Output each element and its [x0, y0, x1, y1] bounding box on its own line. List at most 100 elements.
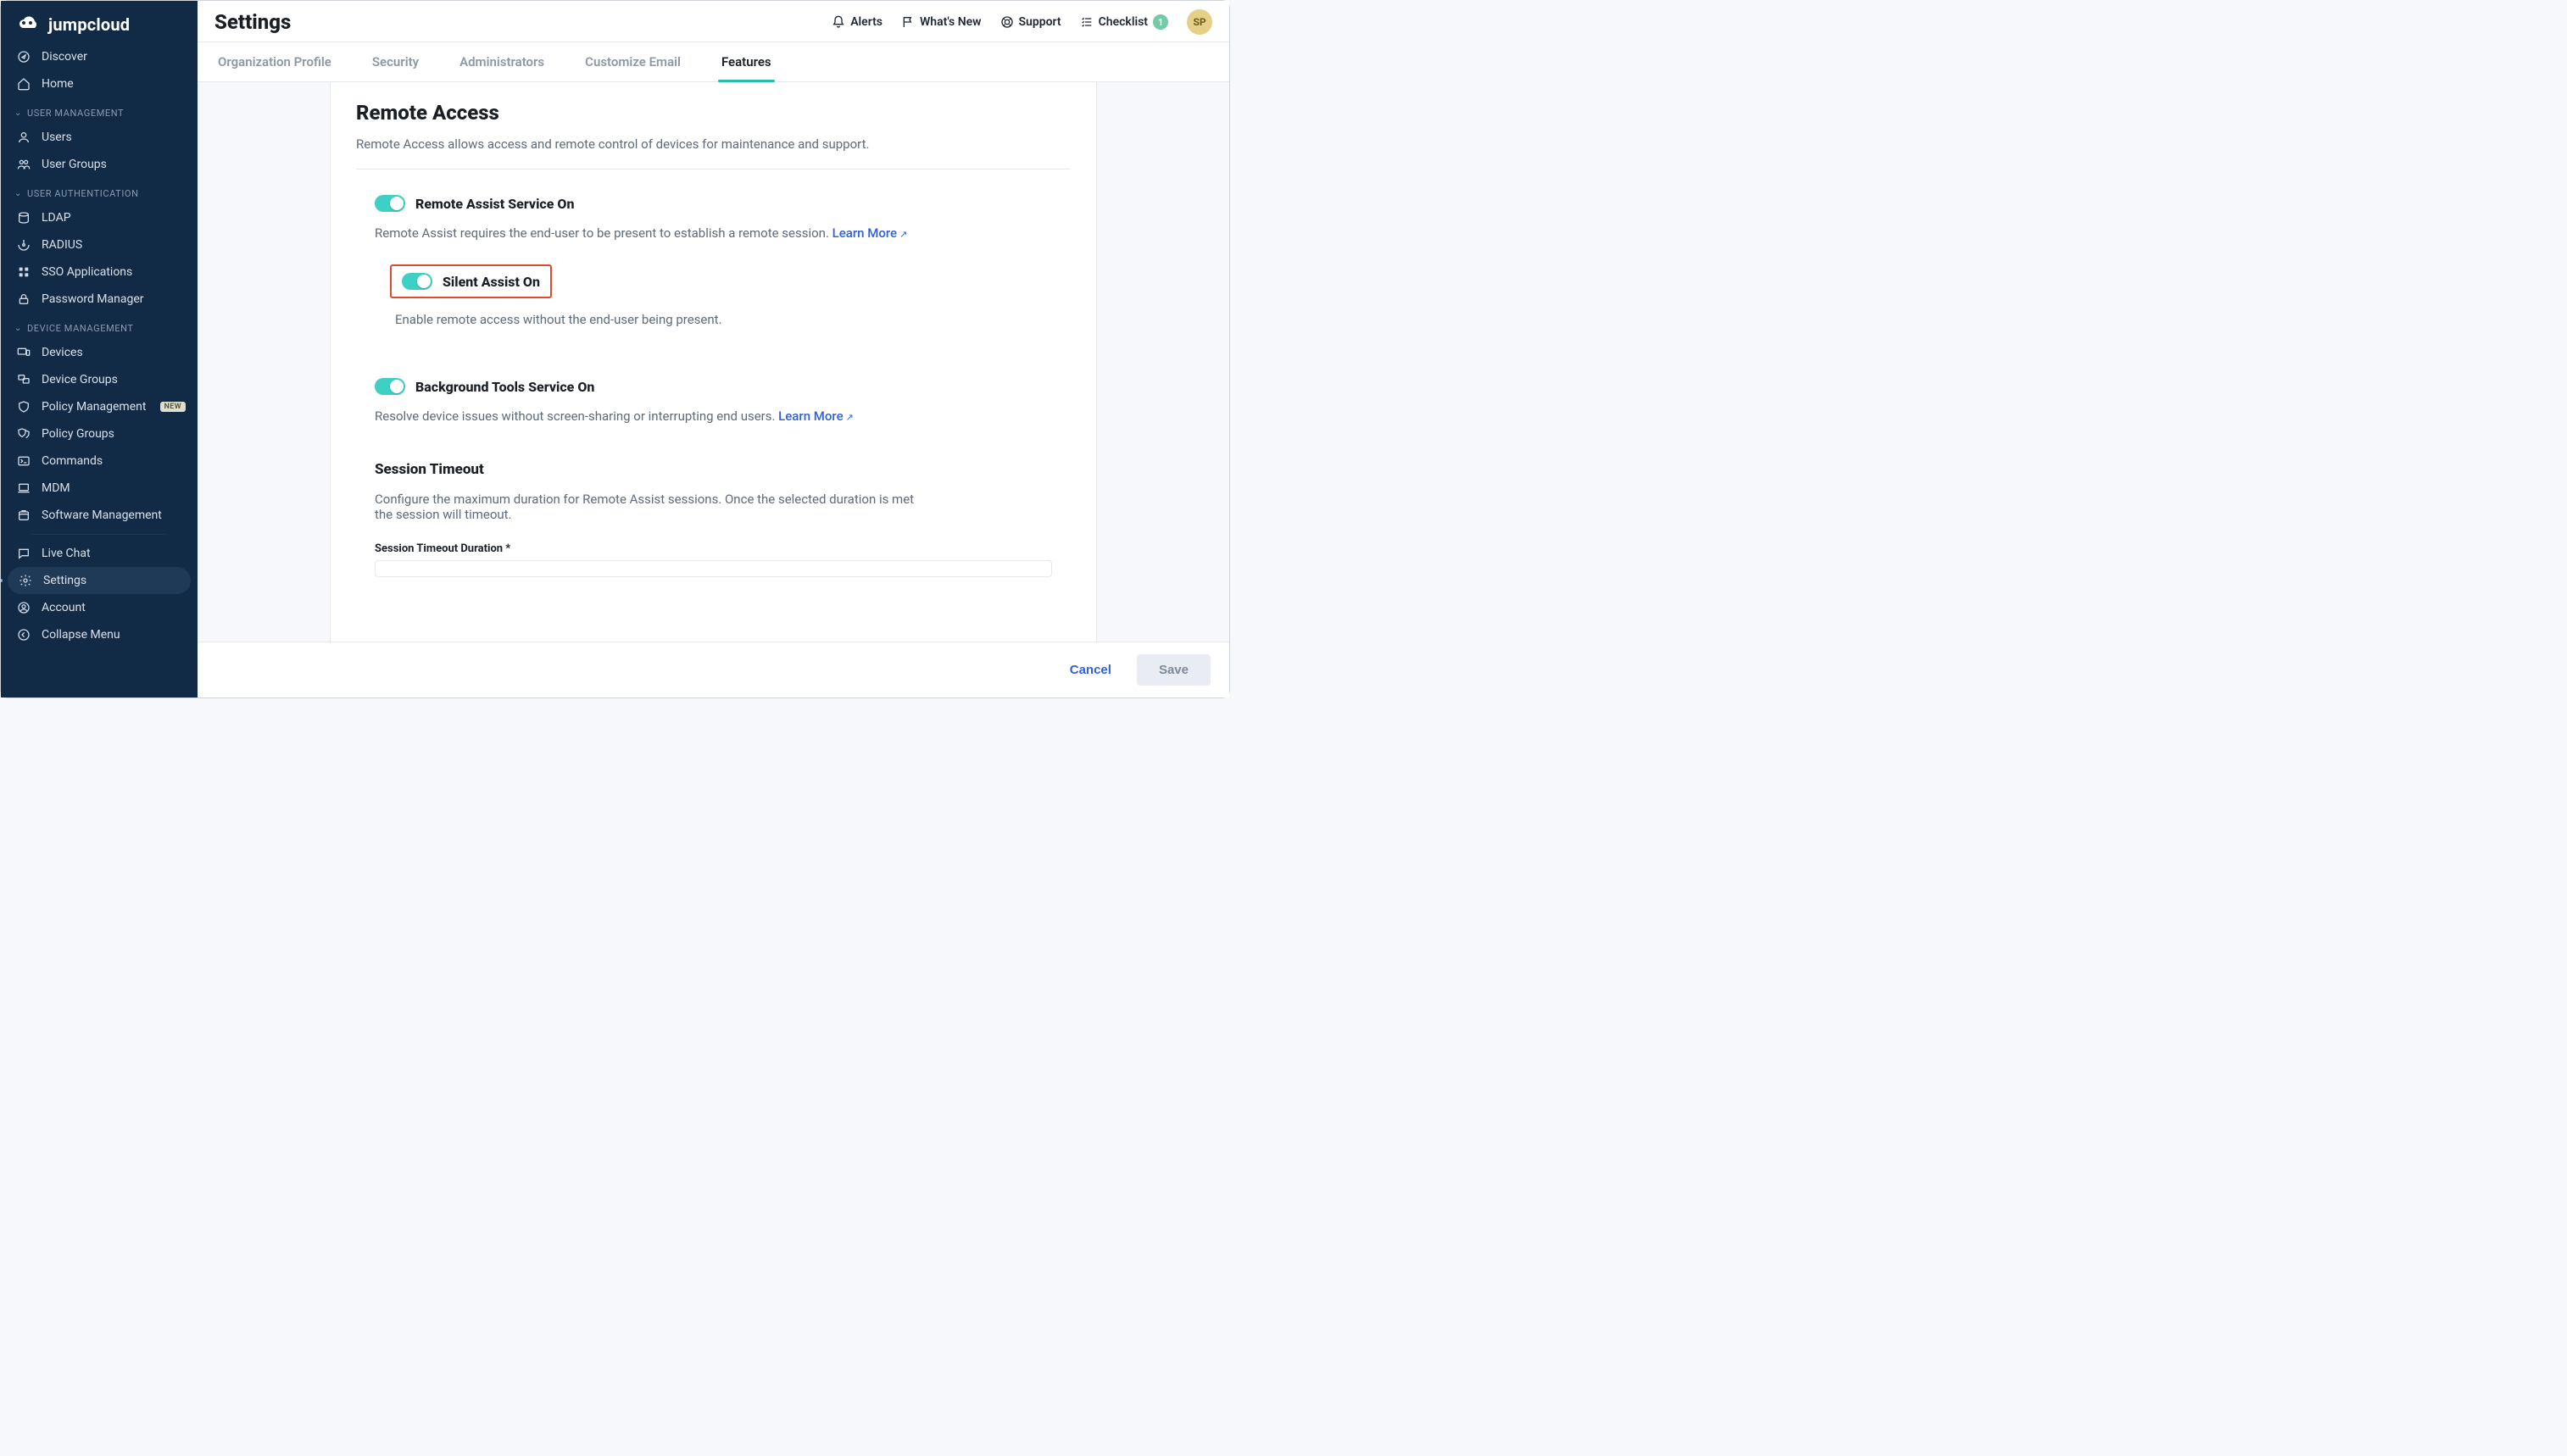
- chat-icon: [16, 546, 31, 561]
- tab-features[interactable]: Features: [718, 42, 775, 81]
- sidebar-nav: Discover Home ⌄ USER MANAGEMENT Users Us…: [1, 43, 198, 697]
- terminal-icon: [16, 453, 31, 469]
- sidebar-item-policy-management[interactable]: Policy Management NEW: [1, 393, 198, 420]
- sidebar-item-radius[interactable]: RADIUS: [1, 231, 198, 258]
- sidebar-item-label: Settings: [43, 574, 179, 587]
- tab-customize-email[interactable]: Customize Email: [582, 42, 684, 81]
- alerts-link[interactable]: Alerts: [832, 15, 883, 29]
- brand-logo[interactable]: jumpcloud: [1, 1, 198, 43]
- toggle-remote-assist[interactable]: [375, 195, 405, 212]
- whatsnew-link[interactable]: What's New: [901, 15, 982, 29]
- sidebar-item-label: Devices: [42, 346, 186, 359]
- content-scroll[interactable]: Remote Access Remote Access allows acces…: [198, 82, 1229, 642]
- account-icon: [16, 600, 31, 615]
- sidebar-item-commands[interactable]: Commands: [1, 447, 198, 475]
- save-button[interactable]: Save: [1137, 654, 1211, 686]
- tab-administrators[interactable]: Administrators: [456, 42, 548, 81]
- main: Settings Alerts What's New Support Check…: [198, 1, 1229, 697]
- silent-assist-desc: Enable remote access without the end-use…: [395, 312, 1071, 327]
- sidebar-item-mdm[interactable]: MDM: [1, 475, 198, 502]
- chevron-down-icon: ⌄: [14, 189, 22, 198]
- remote-assist-desc: Remote Assist requires the end-user to b…: [375, 225, 1071, 241]
- home-icon: [16, 76, 31, 92]
- package-icon: [16, 508, 31, 523]
- sidebar-item-label: Home: [42, 77, 186, 91]
- sidebar-item-label: Device Groups: [42, 373, 186, 386]
- sidebar-item-account[interactable]: Account: [1, 594, 198, 621]
- cancel-button[interactable]: Cancel: [1060, 656, 1122, 684]
- support-link[interactable]: Support: [1000, 15, 1061, 29]
- shield-icon: [16, 399, 31, 414]
- checklist-link[interactable]: Checklist 1: [1080, 14, 1168, 30]
- session-timeout-field-label: Session Timeout Duration *: [375, 542, 1071, 555]
- sidebar-item-label: Live Chat: [42, 547, 186, 560]
- highlight-box: Silent Assist On: [390, 264, 552, 298]
- chevron-down-icon: ⌄: [14, 324, 22, 333]
- footer-actions: Cancel Save: [198, 642, 1229, 697]
- chevron-down-icon: ⌄: [14, 108, 22, 118]
- session-timeout-desc: Configure the maximum duration for Remot…: [375, 492, 917, 522]
- toggle-label-remote-assist: Remote Assist Service On: [415, 196, 574, 212]
- sidebar-item-label: Users: [42, 131, 186, 144]
- top-actions: Alerts What's New Support Checklist 1 SP: [832, 9, 1212, 35]
- sidebar-item-ldap[interactable]: LDAP: [1, 204, 198, 231]
- sidebar-section-user-management[interactable]: ⌄ USER MANAGEMENT: [1, 97, 198, 124]
- external-link-icon: ↗: [899, 229, 907, 240]
- session-timeout-input[interactable]: [375, 560, 1052, 577]
- sidebar-item-discover[interactable]: Discover: [1, 43, 198, 70]
- sidebar-item-users[interactable]: Users: [1, 124, 198, 151]
- silent-assist-wrap: Silent Assist On: [390, 264, 1071, 298]
- sidebar-item-password-manager[interactable]: Password Manager: [1, 286, 198, 313]
- devices-icon: [16, 345, 31, 360]
- sidebar-item-label: Policy Groups: [42, 427, 186, 441]
- sidebar-item-device-groups[interactable]: Device Groups: [1, 366, 198, 393]
- tab-security[interactable]: Security: [369, 42, 422, 81]
- database-icon: [16, 210, 31, 225]
- sidebar-item-policy-groups[interactable]: Policy Groups: [1, 420, 198, 447]
- sidebar-item-devices[interactable]: Devices: [1, 339, 198, 366]
- content-card: Remote Access Remote Access allows acces…: [330, 82, 1097, 642]
- sidebar-section-device-management[interactable]: ⌄ DEVICE MANAGEMENT: [1, 313, 198, 339]
- sidebar-item-collapse[interactable]: Collapse Menu: [1, 621, 198, 648]
- compass-icon: [16, 49, 31, 64]
- toggle-row-background-tools: Background Tools Service On: [375, 378, 1071, 395]
- user-group-icon: [16, 157, 31, 172]
- session-timeout-heading: Session Timeout: [375, 461, 1071, 478]
- sidebar-divider: [31, 534, 167, 535]
- sidebar-item-label: RADIUS: [42, 238, 186, 252]
- section-desc: Remote Access allows access and remote c…: [356, 136, 1071, 152]
- gear-icon: [18, 573, 33, 588]
- sidebar-item-label: Account: [42, 601, 186, 614]
- sidebar-item-software-management[interactable]: Software Management: [1, 502, 198, 529]
- sidebar-item-home[interactable]: Home: [1, 70, 198, 97]
- sidebar: jumpcloud Discover Home ⌄ USER MANAGEMEN…: [1, 1, 198, 697]
- collapse-icon: [16, 627, 31, 642]
- grid-icon: [16, 264, 31, 280]
- sidebar-item-user-groups[interactable]: User Groups: [1, 151, 198, 178]
- lock-icon: [16, 292, 31, 307]
- checklist-icon: [1080, 15, 1094, 29]
- sidebar-section-user-authentication[interactable]: ⌄ USER AUTHENTICATION: [1, 178, 198, 204]
- toggle-silent-assist[interactable]: [402, 273, 432, 290]
- sidebar-item-label: Policy Management: [42, 400, 150, 414]
- sidebar-item-settings[interactable]: Settings: [8, 567, 191, 594]
- flag-icon: [901, 15, 915, 29]
- lifebuoy-icon: [1000, 15, 1014, 29]
- sidebar-item-label: LDAP: [42, 211, 186, 225]
- sidebar-item-live-chat[interactable]: Live Chat: [1, 540, 198, 567]
- background-tools-desc: Resolve device issues without screen-sha…: [375, 408, 1071, 424]
- sidebar-item-sso[interactable]: SSO Applications: [1, 258, 198, 286]
- cloud-icon: [16, 16, 42, 33]
- page-title: Settings: [214, 10, 291, 34]
- learn-more-remote-assist[interactable]: Learn More↗: [832, 225, 908, 241]
- toggle-background-tools[interactable]: [375, 378, 405, 395]
- avatar[interactable]: SP: [1187, 9, 1212, 35]
- tabs: Organization Profile Security Administra…: [198, 42, 1229, 82]
- sidebar-item-label: Software Management: [42, 508, 186, 522]
- new-badge: NEW: [160, 402, 187, 412]
- sidebar-item-label: MDM: [42, 481, 186, 495]
- learn-more-background-tools[interactable]: Learn More↗: [778, 408, 854, 424]
- sidebar-item-label: Password Manager: [42, 292, 186, 306]
- tab-organization-profile[interactable]: Organization Profile: [214, 42, 335, 81]
- section-title-remote-access: Remote Access: [356, 101, 1071, 125]
